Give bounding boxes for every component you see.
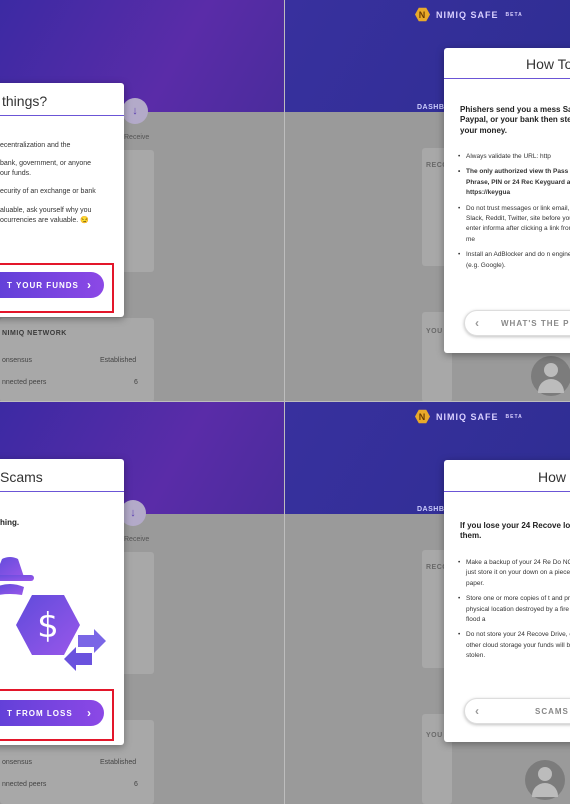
receive-label[interactable]: Receive	[124, 536, 149, 543]
consensus-value: Established	[100, 759, 137, 766]
dashboard-tab[interactable]: DASHB	[417, 506, 444, 513]
title-underline	[444, 78, 570, 79]
scammer-illustration-icon: $	[0, 557, 106, 671]
modal-title: Scams	[0, 469, 43, 485]
modal-subtitle: hing.	[0, 518, 20, 527]
network-title: NIMIQ NETWORK	[2, 330, 67, 337]
scams-back-button[interactable]: ‹ SCAMS	[464, 698, 570, 724]
quadrant-top-left: ↓ Receive NIMIQ NETWORK onsensus Establi…	[0, 0, 285, 402]
tips-list: Always validate the URL: http The only a…	[456, 152, 570, 276]
list-item: Do not trust messages or link email, Sla…	[456, 204, 570, 246]
chevron-left-icon: ‹	[475, 704, 480, 718]
chevron-left-icon: ‹	[475, 316, 480, 330]
tips-list: Make a backup of your 24 Re Do NOT just …	[456, 558, 570, 667]
list-item: Make a backup of your 24 Re Do NOT just …	[456, 558, 570, 589]
list-item: Store one or more copies of t and privat…	[456, 594, 570, 625]
phishing-modal: How To Phishers send you a mess Safe, Pa…	[444, 48, 570, 353]
vertical-divider	[284, 0, 285, 804]
avatar-icon	[525, 760, 565, 800]
peers-label: nnected peers	[2, 379, 47, 386]
highlight-box	[0, 263, 114, 313]
quadrant-bottom-right: N NIMIQ SAFE BETA DASHB RECO YOU How If y…	[285, 402, 570, 804]
app-brand: N NIMIQ SAFE BETA	[415, 409, 523, 424]
peers-label: nnected peers	[2, 781, 47, 788]
title-underline	[444, 491, 570, 492]
whats-the-point-button[interactable]: ‹ WHAT'S THE P	[464, 310, 570, 336]
modal-body: ecentralization and the bank, government…	[0, 142, 96, 224]
avatar-icon	[531, 356, 570, 396]
modal-title: How To	[526, 56, 570, 72]
peers-value: 6	[134, 781, 138, 788]
list-item: Install an AdBlocker and do n engine (e.…	[456, 250, 570, 271]
nimiq-logo-icon: N	[415, 409, 430, 424]
modal-intro: If you lose your 24 Recove lose them.	[460, 521, 570, 541]
receive-label[interactable]: Receive	[124, 134, 149, 141]
peers-value: 6	[134, 379, 138, 386]
recovery-modal: How If you lose your 24 Recove lose them…	[444, 460, 570, 742]
highlight-box	[0, 689, 114, 741]
dashboard-tab[interactable]: DASHB	[417, 104, 444, 111]
quadrant-top-right: N NIMIQ SAFE BETA DASHB RECO YOU How To P…	[285, 0, 570, 402]
title-underline	[0, 115, 124, 116]
list-item: Always validate the URL: http	[456, 152, 570, 163]
consensus-label: onsensus	[2, 759, 32, 766]
receive-arrow-icon[interactable]: ↓	[122, 98, 148, 124]
you-label: YOU	[426, 732, 443, 739]
nimiq-logo-icon: N	[415, 7, 430, 22]
list-item: Do not store your 24 Recove Drive, or ot…	[456, 630, 570, 661]
consensus-value: Established	[100, 357, 137, 364]
modal-title: things?	[2, 93, 48, 109]
svg-text:$: $	[37, 606, 59, 646]
modal-intro: Phishers send you a mess Safe, Paypal, o…	[460, 105, 570, 135]
app-brand: N NIMIQ SAFE BETA	[415, 7, 523, 22]
quadrant-bottom-left: ↓ Receive onsensus Established nnected p…	[0, 402, 285, 804]
consensus-label: onsensus	[2, 357, 32, 364]
horizontal-divider	[0, 401, 570, 402]
title-underline	[0, 491, 124, 492]
you-label: YOU	[426, 328, 443, 335]
modal-title: How	[538, 469, 567, 485]
list-item: The only authorized view th Pass Phrase,…	[456, 167, 570, 198]
